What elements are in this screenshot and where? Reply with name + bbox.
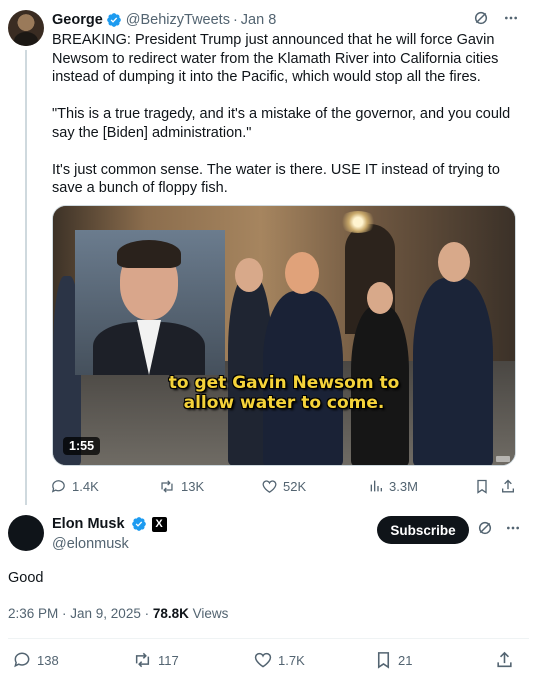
reply-timestamp[interactable]: 2:36 PM · Jan 9, 2025 · <box>8 606 153 621</box>
like-count: 1.7K <box>278 652 305 668</box>
reply-count: 138 <box>37 652 59 668</box>
reply-button[interactable]: 138 <box>12 650 59 670</box>
elon-avatar[interactable] <box>8 515 44 551</box>
author-name[interactable]: George <box>52 12 103 28</box>
watermark-icon <box>496 456 510 462</box>
george-avatar[interactable] <box>8 10 44 46</box>
repost-count: 13K <box>181 479 205 494</box>
like-button[interactable]: 1.7K <box>253 650 305 670</box>
video-duration: 1:55 <box>63 437 101 455</box>
thread-line <box>25 50 27 505</box>
reply-text: Good <box>8 570 44 586</box>
repost-button[interactable]: 117 <box>132 650 179 670</box>
video-inset <box>75 230 225 375</box>
reply-views-count: 78.8K <box>152 606 189 621</box>
more-options-icon[interactable] <box>503 10 519 26</box>
reply-author-row: Elon Musk X <box>52 516 167 532</box>
bookmark-icon <box>377 652 390 669</box>
heart-icon <box>254 652 272 668</box>
bookmark-button[interactable] <box>474 478 490 495</box>
video-person-head <box>367 282 393 314</box>
views-count: 3.3M <box>389 478 418 494</box>
grok-icon[interactable] <box>473 10 489 26</box>
quoted-metrics-bar: 1.4K 13K 52K 3.3M <box>50 478 520 498</box>
analytics-icon <box>370 480 382 492</box>
caption-line: allow water to come. <box>183 393 385 413</box>
repost-icon <box>161 480 173 493</box>
repost-count: 117 <box>158 652 179 668</box>
share-icon <box>502 479 514 493</box>
grok-icon[interactable] <box>477 520 493 536</box>
reply-top-actions <box>477 520 521 536</box>
tweet-paragraph: It's just common sense. The water is the… <box>52 161 500 197</box>
like-count: 52K <box>283 479 307 494</box>
tweet-paragraph: BREAKING: President Trump just announced… <box>52 32 499 85</box>
separator-dot: · <box>232 12 238 28</box>
video-person-head <box>285 252 319 294</box>
heart-icon <box>262 480 277 493</box>
reply-icon <box>14 652 30 668</box>
quoted-tweet[interactable]: George @BehizyTweets · Jan 8 BREAKING: P… <box>0 0 537 505</box>
reply-timestamp-row: 2:36 PM · Jan 9, 2025 · 78.8K Views <box>8 606 228 621</box>
reply-author-handle[interactable]: @elonmusk <box>52 536 129 552</box>
repost-icon <box>135 652 150 668</box>
verified-badge-icon <box>131 517 146 531</box>
reply-icon <box>51 480 65 493</box>
reply-metrics-bar: 138 117 1.7K 21 <box>0 650 537 670</box>
reply-button[interactable]: 1.4K <box>50 478 99 495</box>
reply-views-label: Views <box>188 606 229 621</box>
share-button[interactable] <box>495 650 514 670</box>
bookmark-icon <box>477 479 487 494</box>
quoted-top-actions <box>473 10 519 26</box>
quoted-tweet-header: George @BehizyTweets · Jan 8 <box>52 12 276 28</box>
tweet-paragraph: "This is a true tragedy, and it's a mist… <box>52 106 511 141</box>
more-options-icon[interactable] <box>505 520 521 536</box>
caption-line: to get Gavin Newsom to <box>168 373 400 393</box>
share-button[interactable] <box>500 478 516 495</box>
views-button[interactable]: 3.3M <box>368 478 418 494</box>
x-affiliate-badge[interactable]: X <box>151 516 167 532</box>
video-person-head <box>438 242 470 282</box>
quoted-tweet-text: BREAKING: President Trump just announced… <box>52 31 522 198</box>
reply-count: 1.4K <box>72 479 99 494</box>
video-person <box>413 278 493 465</box>
author-handle[interactable]: @BehizyTweets <box>126 12 230 28</box>
bookmark-button[interactable]: 21 <box>374 650 412 670</box>
subscribe-button[interactable]: Subscribe <box>377 516 469 544</box>
like-button[interactable]: 52K <box>261 478 306 495</box>
repost-button[interactable]: 13K <box>158 478 204 495</box>
video-chandelier <box>338 211 378 233</box>
bookmark-count: 21 <box>398 652 413 668</box>
share-icon <box>497 651 512 668</box>
video-person-head <box>235 258 263 292</box>
inset-hair <box>117 240 181 268</box>
verified-badge-icon <box>106 13 121 27</box>
video-caption: to get Gavin Newsom to allow water to co… <box>53 373 515 413</box>
divider <box>8 638 529 639</box>
tweet-date[interactable]: Jan 8 <box>241 12 276 28</box>
reply-author-name[interactable]: Elon Musk <box>52 516 125 532</box>
video-player[interactable]: to get Gavin Newsom to allow water to co… <box>52 205 516 466</box>
